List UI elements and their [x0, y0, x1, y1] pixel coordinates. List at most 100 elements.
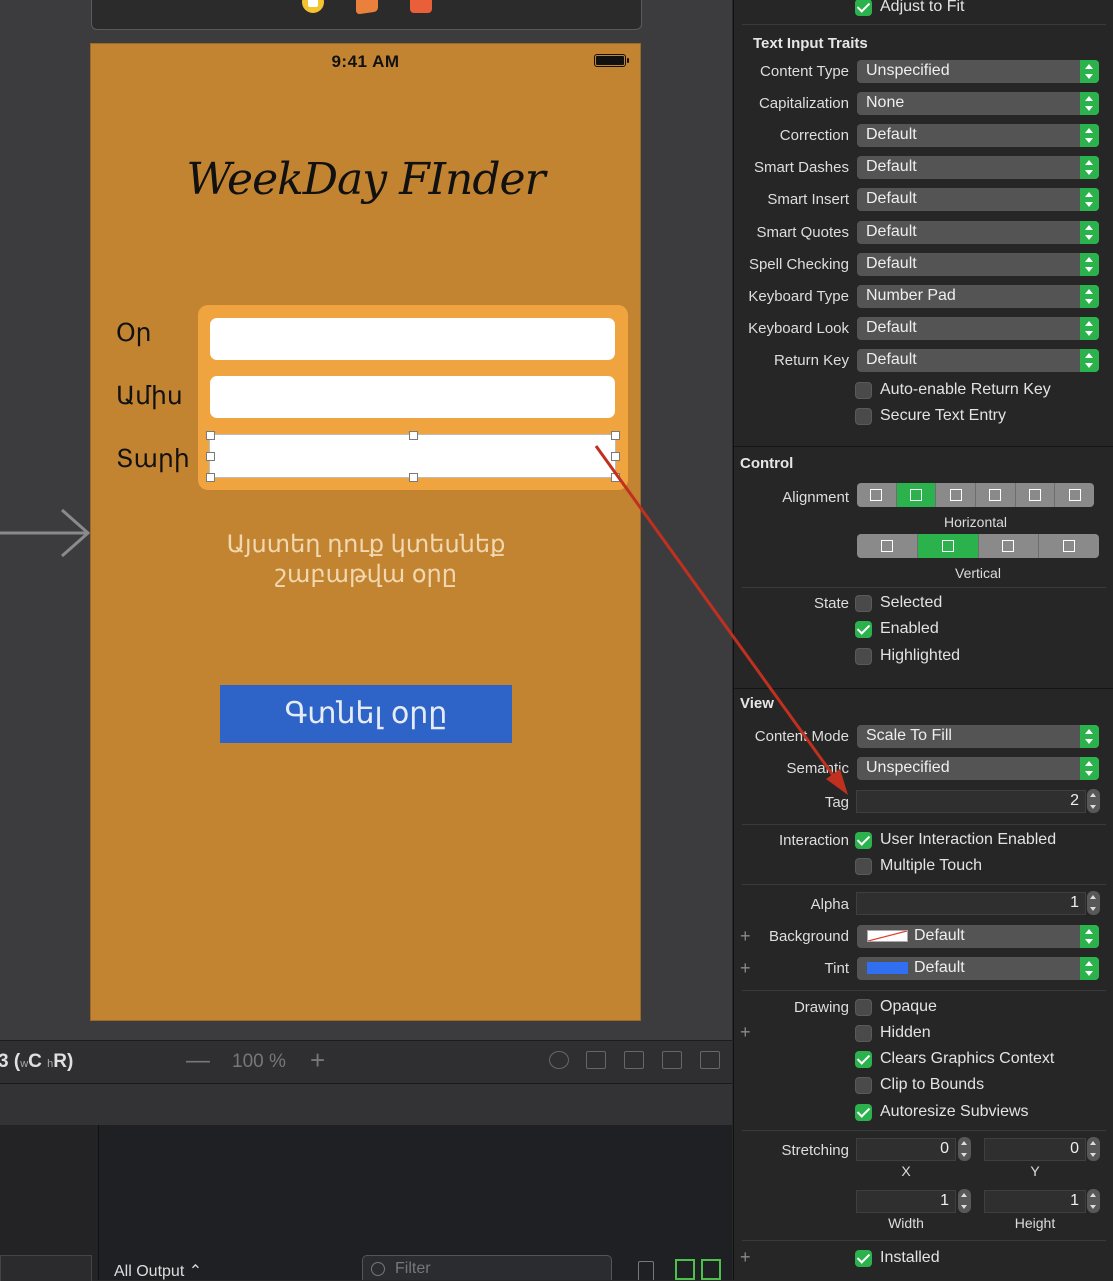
stretch-x-field[interactable]: 0	[856, 1138, 956, 1161]
align-center-segment[interactable]	[896, 483, 937, 507]
find-day-button[interactable]: Գտնել օրը	[220, 685, 512, 743]
valign-top-segment[interactable]	[857, 534, 918, 558]
return-key-popup[interactable]: Default	[857, 349, 1099, 372]
alpha-stepper[interactable]	[1087, 891, 1100, 915]
entry-point-arrow-icon[interactable]	[0, 508, 92, 558]
zoom-in-button[interactable]: +	[310, 1045, 325, 1076]
hidden-plus-button[interactable]: +	[740, 1022, 751, 1043]
iphone-view[interactable]: 9:41 AM WeekDay FInder Օր Ամիս Տարի Այստ…	[90, 43, 641, 1021]
align-fill-segment[interactable]	[976, 483, 1016, 507]
background-plus-button[interactable]: +	[740, 926, 751, 947]
resize-handle[interactable]	[611, 431, 620, 440]
installed-checkbox[interactable]	[855, 1250, 872, 1267]
adjust-to-fit-checkbox[interactable]	[855, 0, 872, 16]
background-popup[interactable]: Default	[857, 925, 1099, 948]
align-icon[interactable]	[624, 1051, 644, 1069]
opaque-checkbox[interactable]	[855, 999, 872, 1016]
valign-fill-segment[interactable]	[1039, 534, 1099, 558]
year-text-field-selected[interactable]	[206, 431, 620, 482]
month-label[interactable]: Ամիս	[116, 381, 183, 411]
year-label[interactable]: Տարի	[116, 444, 190, 474]
show-variables-icon[interactable]	[675, 1259, 695, 1280]
embed-in-stack-icon[interactable]	[586, 1051, 606, 1069]
installed-plus-button[interactable]: +	[740, 1247, 751, 1268]
resize-handle[interactable]	[409, 431, 418, 440]
stretch-y-field[interactable]: 0	[984, 1138, 1086, 1161]
align-trailing-segment[interactable]	[1055, 483, 1094, 507]
console-filter-input[interactable]: Filter	[362, 1255, 612, 1280]
horizontal-alignment-control[interactable]	[857, 483, 1094, 507]
semantic-popup[interactable]: Unspecified	[857, 757, 1099, 780]
resize-handle[interactable]	[206, 473, 215, 482]
valign-center-segment[interactable]	[917, 534, 979, 558]
align-right-segment[interactable]	[936, 483, 977, 507]
day-label[interactable]: Օր	[116, 318, 152, 348]
align-left-segment[interactable]	[857, 483, 897, 507]
keyboard-type-popup[interactable]: Number Pad	[857, 285, 1099, 308]
smart-quotes-popup[interactable]: Default	[857, 221, 1099, 244]
storyboard-canvas[interactable]: 9:41 AM WeekDay FInder Օր Ամիս Տարի Այստ…	[0, 0, 732, 1040]
first-responder-icon[interactable]	[356, 0, 378, 15]
device-config-label[interactable]: 3 (wC hR)	[0, 1051, 73, 1073]
smart-dashes-popup[interactable]: Default	[857, 156, 1099, 179]
stretch-width-field[interactable]: 1	[856, 1190, 956, 1213]
show-console-icon[interactable]	[701, 1259, 721, 1280]
fields-panel[interactable]	[198, 305, 628, 490]
zoom-level[interactable]: 100 %	[232, 1051, 286, 1073]
trash-icon[interactable]	[638, 1261, 654, 1280]
vertical-alignment-control[interactable]	[857, 534, 1099, 558]
multiple-touch-checkbox[interactable]	[855, 858, 872, 875]
divider	[742, 24, 1106, 25]
stretch-y-stepper[interactable]	[1087, 1137, 1100, 1161]
output-select[interactable]: All Output ⌃	[114, 1261, 202, 1281]
tint-plus-button[interactable]: +	[740, 958, 751, 979]
clip-to-bounds-checkbox[interactable]	[855, 1077, 872, 1094]
resize-handle[interactable]	[611, 473, 620, 482]
add-constraints-icon[interactable]	[662, 1051, 682, 1069]
valign-bottom-segment[interactable]	[979, 534, 1040, 558]
exit-icon[interactable]	[410, 0, 432, 13]
capitalization-popup[interactable]: None	[857, 92, 1099, 115]
auto-enable-return-key-checkbox[interactable]	[855, 382, 872, 399]
day-text-field[interactable]	[210, 318, 615, 360]
resize-handle[interactable]	[206, 452, 215, 461]
enabled-checkbox[interactable]	[855, 621, 872, 638]
stretch-width-stepper[interactable]	[958, 1189, 971, 1213]
opaque-label: Opaque	[880, 998, 937, 1015]
resize-handle[interactable]	[611, 452, 620, 461]
resize-handle[interactable]	[409, 473, 418, 482]
variables-filter[interactable]	[0, 1255, 92, 1281]
selected-label: Selected	[880, 594, 943, 611]
app-title-label[interactable]: WeekDay FInder	[91, 154, 640, 205]
stretch-x-stepper[interactable]	[958, 1137, 971, 1161]
correction-popup[interactable]: Default	[857, 124, 1099, 147]
alpha-field[interactable]: 1	[856, 892, 1086, 915]
hidden-checkbox[interactable]	[855, 1025, 872, 1042]
smart-insert-popup[interactable]: Default	[857, 188, 1099, 211]
secure-text-entry-checkbox[interactable]	[855, 408, 872, 425]
user-interaction-checkbox[interactable]	[855, 832, 872, 849]
device-prefix: 3	[0, 1051, 9, 1072]
popup-arrows-icon	[1080, 92, 1099, 115]
align-leading-segment[interactable]	[1016, 483, 1056, 507]
clears-graphics-checkbox[interactable]	[855, 1051, 872, 1068]
resolve-issues-icon[interactable]	[700, 1051, 720, 1069]
content-mode-popup[interactable]: Scale To Fill	[857, 725, 1099, 748]
resize-handle[interactable]	[206, 431, 215, 440]
selected-checkbox[interactable]	[855, 595, 872, 612]
content-type-popup[interactable]: Unspecified	[857, 60, 1099, 83]
month-text-field[interactable]	[210, 376, 615, 418]
tint-popup[interactable]: Default	[857, 957, 1099, 980]
spell-checking-popup[interactable]: Default	[857, 253, 1099, 276]
view-controller-icon[interactable]	[302, 0, 324, 13]
autoresize-checkbox[interactable]	[855, 1104, 872, 1121]
stretch-height-field[interactable]: 1	[984, 1190, 1086, 1213]
update-frames-icon[interactable]	[549, 1051, 569, 1069]
highlighted-checkbox[interactable]	[855, 648, 872, 665]
zoom-out-button[interactable]: —	[186, 1047, 210, 1075]
stretch-height-stepper[interactable]	[1087, 1189, 1100, 1213]
result-label[interactable]: Այստեղ դուք կտեսնեք շաբաթվա օրը	[191, 530, 541, 590]
tag-field[interactable]: 2	[856, 790, 1086, 813]
tag-stepper[interactable]	[1087, 789, 1100, 813]
keyboard-look-popup[interactable]: Default	[857, 317, 1099, 340]
